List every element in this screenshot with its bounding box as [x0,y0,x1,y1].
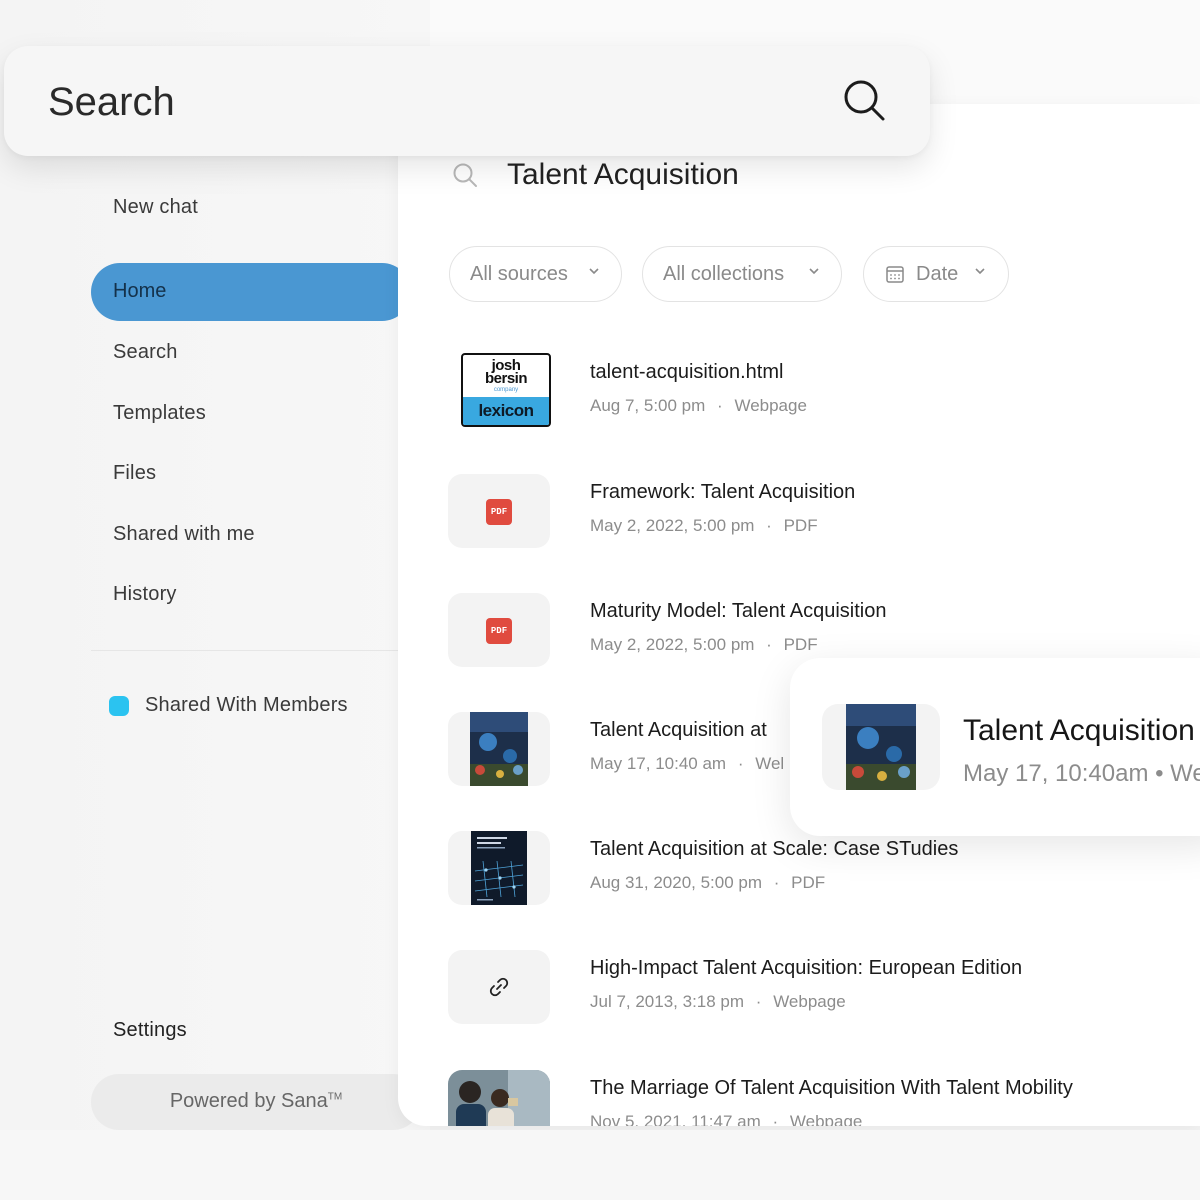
sidebar: New chat Home Search Templates Files Sha… [0,0,430,1200]
result-type: PDF [783,516,818,535]
result-meta: Aug 31, 2020, 5:00 pm · PDF [590,873,825,893]
collection-color-dot [109,696,129,716]
link-thumbnail [448,950,550,1024]
result-meta: Jul 7, 2013, 3:18 pm · Webpage [590,992,846,1012]
filter-label: All sources [470,263,568,285]
book-cover-thumbnail [448,831,550,905]
result-type: Webpage [734,396,807,415]
separator: · [766,516,772,535]
result-item[interactable]: Talent Acquisition at Scale: Case STudie… [448,831,1188,911]
separator: · [737,754,744,773]
result-meta: May 2, 2022, 5:00 pm · PDF [590,516,818,536]
filter-all-sources[interactable]: All sources [449,246,622,302]
backdrop-bottom [0,1130,1200,1200]
result-meta: Nov 5, 2021, 11:47 am · Webpage [590,1112,862,1126]
search-input[interactable] [46,76,790,128]
sidebar-item-templates[interactable]: Templates [113,402,206,425]
search-icon [453,163,477,187]
result-type: PDF [783,635,818,654]
result-item[interactable]: High-Impact Talent Acquisition: European… [448,950,1188,1030]
result-type: Webpage [789,1112,863,1126]
result-title[interactable]: Talent Acquisition at Scale: Case STudie… [590,838,958,861]
photo-thumbnail [448,1070,550,1126]
sidebar-item-history[interactable]: History [113,583,177,606]
logo-text: bersin [484,370,528,387]
result-meta: May 17, 10:40 am · Wel [590,754,784,774]
search-icon[interactable] [842,78,886,122]
popup-title: Talent Acquisition [963,714,1195,747]
sidebar-item-files[interactable]: Files [113,462,156,485]
calendar-icon [886,266,904,283]
collection-shared-with-members[interactable]: Shared With Members [145,694,348,717]
trademark-mark: TM [327,1091,343,1103]
result-date: May 2, 2022, 5:00 pm [590,516,755,535]
pdf-thumbnail: PDF [448,474,550,548]
image-thumbnail [822,704,940,790]
filter-all-collections[interactable]: All collections [642,246,842,302]
chevron-down-icon [589,268,599,275]
book-cover-image [471,831,527,905]
result-item[interactable]: PDF Framework: Talent Acquisition May 2,… [448,474,1188,554]
global-search-bar [4,46,930,156]
result-type: PDF [791,873,826,892]
sidebar-item-label: Home [113,280,167,302]
sidebar-item-shared-with-me[interactable]: Shared with me [113,523,255,546]
aquarium-image [846,704,916,790]
new-chat-button[interactable]: New chat [113,196,198,219]
link-icon [489,977,509,997]
result-title[interactable]: The Marriage Of Talent Acquisition With … [590,1077,1073,1100]
search-results-panel: Talent Acquisition All sources All colle… [398,104,1200,1126]
result-title[interactable]: Maturity Model: Talent Acquisition [590,600,886,623]
search-query: Talent Acquisition [507,158,739,191]
result-item[interactable]: josh bersin company lexicon talent-acqui… [448,353,1188,434]
sidebar-item-search[interactable]: Search [113,341,178,364]
result-date: Aug 31, 2020, 5:00 pm [590,873,763,892]
result-item[interactable]: The Marriage Of Talent Acquisition With … [448,1070,1188,1126]
powered-by-text: Powered by Sana [169,1090,328,1112]
result-date: Jul 7, 2013, 3:18 pm [590,992,745,1011]
pdf-icon: PDF [486,499,512,525]
result-date: May 17, 10:40 am [590,754,727,773]
pdf-icon: PDF [486,618,512,644]
filter-label: Date [916,263,959,285]
result-meta: May 2, 2022, 5:00 pm · PDF [590,635,818,655]
separator: · [755,992,762,1011]
pdf-thumbnail: PDF [448,593,550,667]
result-type: Webpage [773,992,846,1011]
separator: · [773,873,780,892]
logo-text: lexicon [463,397,549,425]
result-type: Wel [755,754,785,773]
aquarium-image [470,712,528,786]
image-thumbnail [448,712,550,786]
settings-link[interactable]: Settings [113,1019,187,1042]
separator: · [766,635,772,654]
result-date: Nov 5, 2021, 11:47 am [590,1112,761,1126]
filter-date[interactable]: Date [863,246,1009,302]
separator: · [717,396,723,415]
chevron-down-icon [809,268,819,275]
chevron-down-icon [975,268,985,275]
logo-text: company [493,387,519,393]
filter-label: All collections [663,263,785,285]
result-title[interactable]: Talent Acquisition at [590,719,767,742]
result-date: May 2, 2022, 5:00 pm [590,635,755,654]
separator: · [772,1112,779,1126]
result-title[interactable]: Framework: Talent Acquisition [590,481,855,504]
sidebar-divider [91,650,401,651]
result-date: Aug 7, 5:00 pm [590,396,706,415]
popup-meta: May 17, 10:40am • We [963,760,1200,787]
josh-bersin-lexicon-logo: josh bersin company lexicon [461,353,551,427]
powered-by-badge: Powered by SanaTM [91,1074,421,1130]
result-title[interactable]: High-Impact Talent Acquisition: European… [590,957,1022,980]
result-meta: Aug 7, 5:00 pm · Webpage [590,396,807,416]
result-preview-popup[interactable]: Talent Acquisition May 17, 10:40am • We [790,658,1200,836]
result-title[interactable]: talent-acquisition.html [590,361,783,384]
people-photo [448,1070,550,1126]
sidebar-item-home[interactable]: Home [91,263,411,321]
